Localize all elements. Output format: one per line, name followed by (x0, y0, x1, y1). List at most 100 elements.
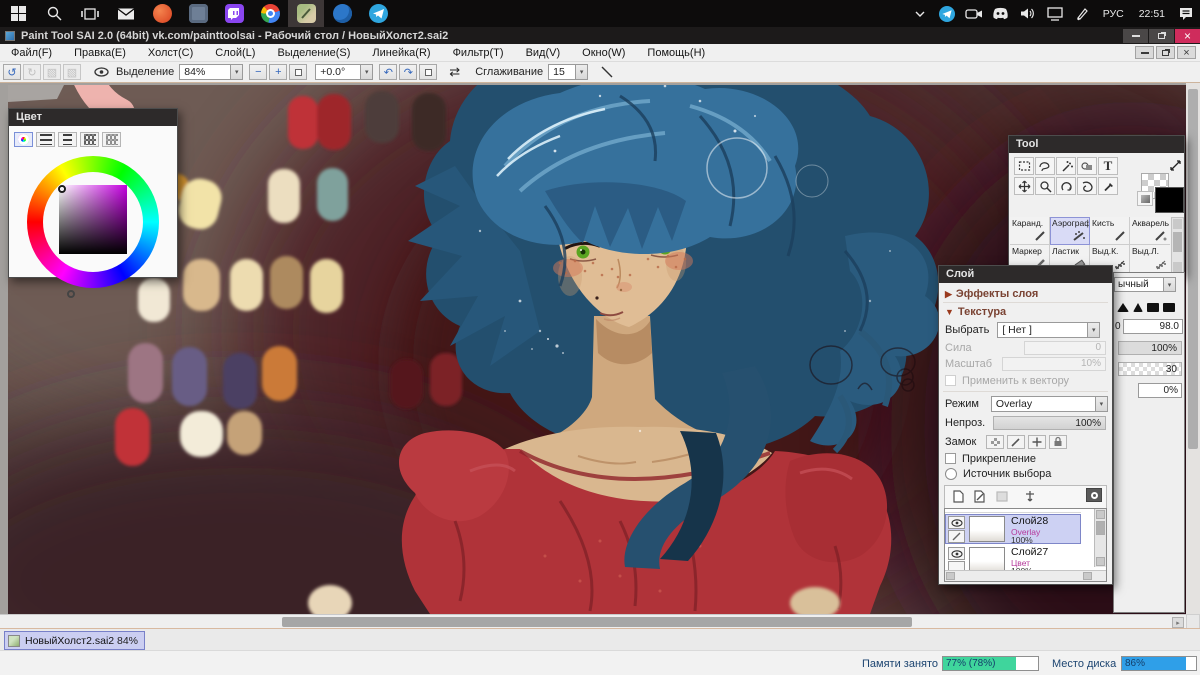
search-button[interactable] (36, 0, 72, 27)
new-vector-layer-button[interactable] (971, 488, 989, 504)
sv-cursor[interactable] (58, 185, 66, 193)
flip-canvas-button[interactable]: ⇄ (449, 64, 460, 80)
new-layer-button[interactable] (949, 488, 967, 504)
lock-move-button[interactable] (1028, 435, 1046, 449)
brush-blend-mode-select[interactable]: ычный (1114, 277, 1164, 292)
orange-app-button[interactable] (144, 0, 180, 27)
layer-opacity-slider[interactable]: 100% (993, 416, 1106, 430)
blend-mode-value[interactable]: Overlay (991, 396, 1096, 412)
rotate-cw-button[interactable]: ↷ (399, 64, 417, 80)
brush-shape-triangle-icon[interactable] (1117, 303, 1129, 312)
tray-telegram-button[interactable] (937, 4, 957, 24)
canvas-hscrollbar[interactable]: ▸ (0, 614, 1186, 629)
menu-edit[interactable]: Правка(E) (63, 47, 137, 59)
zoom-dropdown-button[interactable]: ▾ (230, 64, 243, 80)
chrome-app-button[interactable] (252, 0, 288, 27)
tool-list-scrollbar[interactable] (1171, 217, 1184, 274)
magic-wand-tool[interactable] (1056, 157, 1076, 175)
shape-move-tool[interactable] (1077, 157, 1097, 175)
menu-filter[interactable]: Фильтр(T) (442, 47, 515, 59)
rotate-view-tool[interactable] (1056, 177, 1076, 195)
saturation-value-square[interactable] (59, 185, 127, 254)
layer-row-partial-top[interactable] (945, 508, 1081, 513)
menu-file[interactable]: Файл(F) (0, 47, 63, 59)
texture-select-dropdown[interactable]: ▾ (1087, 322, 1100, 338)
tool-pencil[interactable]: Каранд. (1010, 217, 1050, 245)
transform-layer-button[interactable] (1021, 488, 1039, 504)
brush-shape-square-icon[interactable] (1163, 303, 1175, 312)
doc-minimize-button[interactable] (1135, 46, 1154, 59)
clipping-group-checkbox[interactable] (945, 453, 956, 464)
doc-restore-button[interactable] (1156, 46, 1175, 59)
clock[interactable]: 22:51 (1135, 8, 1169, 20)
hue-cursor[interactable] (67, 290, 75, 298)
layer27-visibility-toggle[interactable] (948, 547, 965, 560)
layer-effects-section[interactable]: ▶Эффекты слоя (945, 288, 1106, 300)
layer-hscroll-left-button[interactable] (946, 572, 955, 580)
task-view-button[interactable] (72, 0, 108, 27)
tool-airbrush[interactable]: Аэрограф (1050, 217, 1090, 245)
smoothing-dropdown-button[interactable]: ▾ (575, 64, 588, 80)
tool-scroll-thumb[interactable] (1173, 232, 1182, 252)
texture-scale-slider[interactable]: 10% (1002, 357, 1106, 371)
redo-button[interactable]: ↻ (23, 64, 41, 80)
menu-window[interactable]: Окно(W) (571, 47, 636, 59)
canvas-vscroll-thumb[interactable] (1188, 89, 1198, 449)
text-tool[interactable]: T (1098, 157, 1118, 175)
layer-scroll-thumb[interactable] (1096, 521, 1105, 535)
tray-chevron-button[interactable] (910, 4, 930, 24)
tray-pen-button[interactable] (1072, 4, 1092, 24)
swatches-tab[interactable] (102, 132, 121, 147)
mixer-tab[interactable] (80, 132, 99, 147)
layer28-visibility-toggle[interactable] (948, 516, 965, 529)
history-fwd-button[interactable]: ▧ (63, 64, 81, 80)
texture-select-value[interactable]: [ Нет ] (997, 322, 1088, 338)
zoom-reset-button[interactable] (289, 64, 307, 80)
brush-density-slider[interactable]: 30 (1118, 362, 1182, 376)
angle-dropdown-button[interactable]: ▾ (360, 64, 373, 80)
language-indicator[interactable]: РУС (1099, 8, 1128, 20)
action-center-button[interactable] (1176, 4, 1196, 24)
brush-shape-round-icon[interactable] (1133, 303, 1143, 312)
angle-input[interactable]: +0.0° (315, 64, 361, 80)
start-button[interactable] (0, 0, 36, 27)
gray-app-button[interactable] (180, 0, 216, 27)
zoom-out-button[interactable]: − (249, 64, 267, 80)
minimize-button[interactable] (1123, 29, 1148, 43)
brush-blend-dropdown-button[interactable]: ▾ (1163, 277, 1176, 292)
layer-hscroll-right-button[interactable] (1083, 572, 1092, 580)
tool-brush[interactable]: Кисть (1090, 217, 1130, 245)
texture-section[interactable]: ▼Текстура (945, 306, 1106, 318)
tool-watercolor[interactable]: Акварель (1130, 217, 1170, 245)
canvas-hscroll-thumb[interactable] (282, 617, 912, 627)
close-button[interactable]: × (1175, 29, 1200, 43)
color-mode-button[interactable] (1137, 191, 1153, 206)
eyedropper-tool[interactable] (1098, 177, 1118, 195)
tool-scroll-down-button[interactable] (1173, 262, 1182, 272)
zoom-tool[interactable] (1035, 177, 1055, 195)
primary-color-swatch[interactable] (1155, 187, 1184, 213)
layer28-paint-indicator[interactable] (948, 530, 965, 543)
mail-app-button[interactable] (108, 0, 144, 27)
zoom-in-button[interactable]: + (269, 64, 287, 80)
canvas-hscroll-right-button[interactable]: ▸ (1172, 617, 1184, 628)
tray-volume-button[interactable] (1018, 4, 1038, 24)
restore-button[interactable] (1149, 29, 1174, 43)
lock-paint-button[interactable] (1007, 435, 1025, 449)
brush-shape-flat-icon[interactable] (1147, 303, 1159, 312)
menu-help[interactable]: Помощь(H) (636, 47, 716, 59)
layer-list-vscrollbar[interactable] (1094, 509, 1106, 567)
menu-ruler[interactable]: Линейка(R) (361, 47, 441, 59)
tool-selection-eraser[interactable]: Выд.Л. (1130, 245, 1170, 273)
selection-source-radio[interactable] (945, 468, 957, 480)
zoom-input[interactable]: 84% (179, 64, 231, 80)
tray-discord-button[interactable] (991, 4, 1011, 24)
color-wheel-tab[interactable] (14, 132, 33, 147)
tray-video-button[interactable] (964, 4, 984, 24)
menu-selection[interactable]: Выделение(S) (266, 47, 361, 59)
menu-canvas[interactable]: Холст(C) (137, 47, 204, 59)
brush-size-value[interactable]: 98.0 (1123, 319, 1183, 334)
flip-view-tool[interactable] (1077, 177, 1097, 195)
hsv-sliders-tab[interactable] (58, 132, 77, 147)
apply-to-vector-checkbox[interactable] (945, 375, 956, 386)
